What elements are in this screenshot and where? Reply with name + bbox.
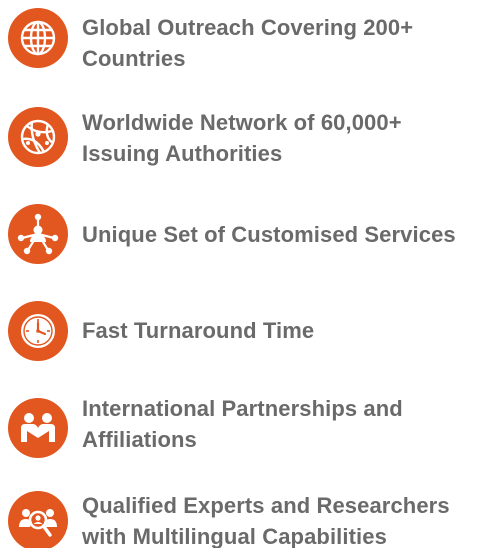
feature-label-line-1: Global Outreach Covering 200+ (82, 15, 414, 40)
globe-icon (8, 8, 68, 68)
experts-search-icon (8, 491, 68, 548)
feature-label-line-2: Issuing Authorities (82, 141, 283, 166)
feature-label-line-1: Unique Set of Customised Services (82, 222, 456, 247)
network-globe-icon (8, 107, 68, 167)
feature-list: Global Outreach Covering 200+ Countries (0, 0, 478, 548)
feature-label: Global Outreach Covering 200+ Countries (82, 12, 476, 74)
feature-label-line-2: Affiliations (82, 427, 197, 452)
feature-label: Worldwide Network of 60,000+ Issuing Aut… (82, 107, 476, 169)
feature-label-line-2: Countries (82, 46, 186, 71)
clock-icon (8, 301, 68, 361)
feature-label: Fast Turnaround Time (82, 315, 476, 346)
feature-label: Qualified Experts and Researchers with M… (82, 490, 476, 548)
feature-label: International Partnerships and Affiliati… (82, 393, 476, 455)
feature-label-line-1: Qualified Experts and Researchers (82, 493, 450, 518)
customer-hub-icon (8, 204, 68, 264)
partners-icon (8, 398, 68, 458)
feature-label-line-2: with Multilingual Capabilities (82, 524, 387, 548)
feature-label-line-1: International Partnerships and (82, 396, 403, 421)
feature-label: Unique Set of Customised Services (82, 219, 476, 250)
feature-label-line-1: Worldwide Network of 60,000+ (82, 110, 402, 135)
feature-label-line-1: Fast Turnaround Time (82, 318, 315, 343)
